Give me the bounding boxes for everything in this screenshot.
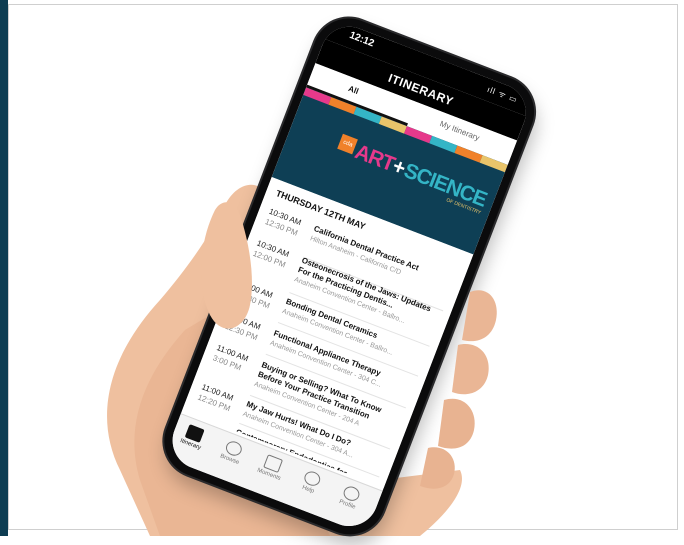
thumb-shape (200, 202, 252, 329)
finger-4 (420, 447, 455, 489)
fingers-illustration (200, 202, 497, 489)
photo-scene: 12:12 ıll ᯤ ▭ ITINERARY All My Itinerary… (0, 0, 684, 545)
finger-3 (438, 398, 475, 449)
finger-2 (452, 344, 489, 395)
finger-1 (462, 290, 497, 342)
